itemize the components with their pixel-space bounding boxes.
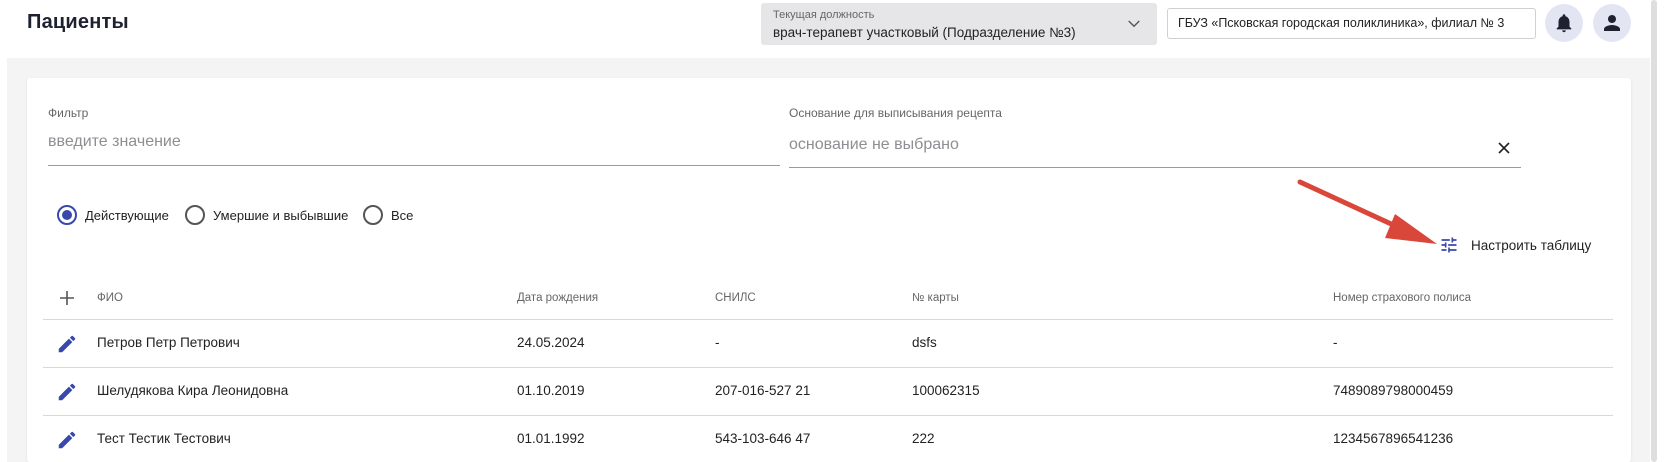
patients-card: Фильтр Основание для выписывания рецепта… — [27, 78, 1631, 462]
cell-fio: Шелудякова Кира Леонидовна — [97, 383, 289, 398]
filter-underline — [48, 165, 780, 166]
basis-select[interactable] — [789, 136, 1489, 154]
cell-snils: 543-103-646 47 — [715, 431, 811, 446]
cell-birth-date: 01.10.2019 — [517, 383, 585, 398]
top-header: Пациенты Текущая должность врач-терапевт… — [0, 0, 1665, 58]
user-icon — [1604, 15, 1620, 31]
table-row[interactable]: Шелудякова Кира Леонидовна 01.10.2019 20… — [43, 368, 1613, 416]
column-header-card-number[interactable]: № карты — [912, 292, 959, 304]
user-profile-button[interactable] — [1593, 4, 1631, 42]
basis-underline — [789, 167, 1521, 168]
radio-deceased[interactable]: Умершие и выбывшие — [185, 205, 348, 225]
radio-unchecked-icon — [185, 205, 205, 225]
radio-active-label: Действующие — [85, 207, 169, 223]
cell-fio: Тест Тестик Тестович — [97, 431, 231, 446]
page-title: Пациенты — [27, 11, 129, 33]
radio-deceased-label: Умершие и выбывшие — [213, 207, 349, 223]
cell-birth-date: 24.05.2024 — [517, 335, 585, 350]
cell-fio: Петров Петр Петрович — [97, 335, 240, 350]
pencil-icon[interactable] — [56, 429, 78, 451]
cell-snils: 207-016-527 21 — [715, 383, 811, 398]
radio-unchecked-icon — [363, 205, 383, 225]
radio-active[interactable]: Действующие — [57, 205, 169, 225]
table-header: ФИО Дата рождения СНИЛС № карты Номер ст… — [43, 282, 1613, 318]
current-position-value: врач-терапевт участковый (Подразделение … — [773, 25, 1076, 40]
tune-icon — [1441, 237, 1457, 253]
notifications-button[interactable] — [1545, 4, 1583, 42]
cell-policy-number: 1234567896541236 — [1333, 431, 1454, 446]
cell-birth-date: 01.01.1992 — [517, 431, 585, 446]
column-header-birth-date[interactable]: Дата рождения — [517, 292, 598, 304]
radio-all-label: Все — [391, 207, 414, 223]
cell-card-number: dsfs — [912, 335, 937, 350]
close-icon[interactable] — [1496, 140, 1512, 156]
radio-checked-icon — [57, 205, 77, 225]
cell-card-number: 100062315 — [912, 383, 980, 398]
pencil-icon[interactable] — [56, 333, 78, 355]
scrollbar-thumb[interactable] — [1651, 0, 1657, 462]
configure-table-label: Настроить таблицу — [1471, 237, 1592, 253]
filter-label: Фильтр — [48, 106, 89, 120]
current-position-select[interactable]: Текущая должность врач-терапевт участков… — [761, 3, 1157, 45]
column-header-policy-number[interactable]: Номер страхового полиса — [1333, 292, 1471, 304]
pencil-icon[interactable] — [56, 381, 78, 403]
column-header-snils[interactable]: СНИЛС — [715, 292, 756, 304]
table-row[interactable]: Петров Петр Петрович 24.05.2024 - dsfs - — [43, 320, 1613, 368]
cell-snils: - — [715, 335, 720, 350]
organization-selector[interactable]: ГБУЗ «Псковская городская поликлиника», … — [1167, 8, 1536, 39]
filter-input[interactable] — [48, 133, 748, 151]
basis-label: Основание для выписывания рецепта — [789, 106, 1002, 120]
column-header-fio[interactable]: ФИО — [97, 292, 123, 304]
chevron-down-icon — [1128, 20, 1140, 28]
radio-all[interactable]: Все — [363, 205, 413, 225]
bell-icon — [1556, 14, 1572, 33]
cell-policy-number: 7489089798000459 — [1333, 383, 1454, 398]
cell-policy-number: - — [1333, 335, 1338, 350]
table-row[interactable]: Тест Тестик Тестович 01.01.1992 543-103-… — [43, 416, 1613, 462]
cell-card-number: 222 — [912, 431, 935, 446]
plus-icon[interactable] — [55, 286, 79, 310]
current-position-label: Текущая должность — [773, 9, 875, 21]
configure-table-button[interactable]: Настроить таблицу — [1439, 235, 1591, 255]
